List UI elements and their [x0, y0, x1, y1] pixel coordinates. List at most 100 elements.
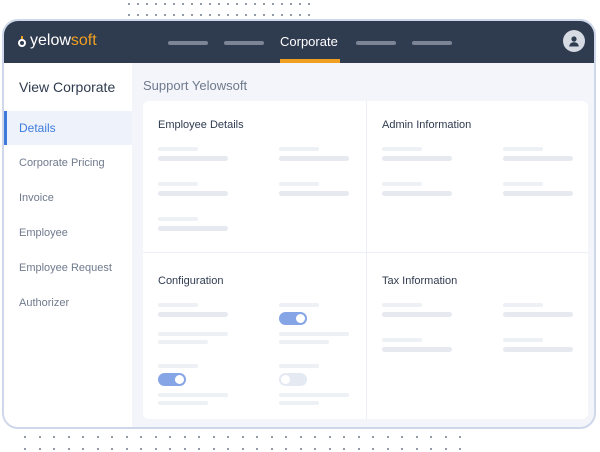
- decorative-dot: [128, 3, 130, 5]
- nav-item-placeholder-2[interactable]: [224, 41, 264, 45]
- decorative-dot: [82, 448, 84, 450]
- logo-icon: [18, 36, 26, 47]
- decorative-dot: [415, 436, 418, 438]
- decorative-dot: [38, 436, 41, 438]
- page-title: Support Yelowsoft: [143, 78, 248, 93]
- decorative-dot: [308, 14, 310, 16]
- decorative-dot: [155, 3, 157, 5]
- decorative-dot: [198, 448, 200, 450]
- user-icon: [569, 36, 579, 47]
- field-value-placeholder: [503, 191, 573, 196]
- decorative-dot: [285, 448, 287, 450]
- decorative-dot: [236, 14, 238, 16]
- decorative-dot: [38, 448, 41, 450]
- field-label-placeholder: [279, 303, 319, 307]
- field-value-placeholder: [382, 312, 452, 317]
- decorative-dot: [125, 436, 128, 438]
- field-label-placeholder: [279, 364, 319, 368]
- decorative-dot: [200, 3, 202, 5]
- decorative-dot: [401, 448, 403, 450]
- decorative-dot: [415, 448, 418, 450]
- field-label-placeholder: [503, 338, 543, 342]
- decorative-dot: [299, 448, 302, 450]
- section-title-configuration: Configuration: [158, 275, 224, 287]
- user-avatar[interactable]: [563, 30, 585, 52]
- sidebar-item-employee-request[interactable]: Employee Request: [4, 251, 132, 285]
- field-label-placeholder: [279, 340, 329, 344]
- decorative-dot: [183, 448, 186, 450]
- toggle-switch[interactable]: [279, 373, 307, 386]
- decorative-dot: [328, 448, 331, 450]
- decorative-dot: [67, 436, 70, 438]
- decorative-dot: [111, 448, 113, 450]
- nav-item-placeholder-1[interactable]: [168, 41, 208, 45]
- divider-horizontal: [143, 252, 588, 253]
- field-label-placeholder: [279, 401, 319, 405]
- field-label-placeholder: [158, 182, 198, 186]
- decorative-dot: [218, 14, 220, 16]
- field-value-placeholder: [158, 312, 228, 317]
- decorative-dot: [459, 436, 461, 438]
- decorative-dot: [154, 436, 157, 438]
- logo-text: yelowsoft: [30, 32, 97, 49]
- decorative-dot: [125, 448, 128, 450]
- sidebar: View Corporate Details Corporate Pricing…: [4, 63, 132, 427]
- nav-active-underline: [280, 59, 340, 63]
- decorative-dot: [53, 436, 55, 438]
- field-value-placeholder: [503, 312, 573, 317]
- field-label-placeholder: [382, 338, 422, 342]
- sidebar-item-employee[interactable]: Employee: [4, 216, 132, 250]
- decorative-dot: [299, 3, 301, 5]
- decorative-dot: [372, 448, 374, 450]
- toggle-knob: [175, 375, 184, 384]
- decorative-dot: [245, 3, 247, 5]
- decorative-dot: [146, 14, 148, 16]
- decorative-dot: [227, 448, 229, 450]
- decorative-dot: [128, 14, 130, 16]
- sidebar-item-details[interactable]: Details: [4, 111, 132, 145]
- field-label-placeholder: [279, 147, 319, 151]
- sidebar-item-invoice[interactable]: Invoice: [4, 181, 132, 215]
- sidebar-title: View Corporate: [19, 79, 116, 95]
- decorative-dot: [183, 436, 186, 438]
- decorative-dot: [146, 3, 148, 5]
- decorative-dot: [357, 436, 360, 438]
- toggle-switch[interactable]: [279, 312, 307, 325]
- field-value-placeholder: [158, 226, 228, 231]
- decorative-dot: [24, 448, 26, 450]
- top-bar: yelowsoft Corporate: [4, 21, 594, 63]
- sidebar-item-authorizer[interactable]: Authorizer: [4, 286, 132, 320]
- decorative-dot: [386, 448, 389, 450]
- decorative-dot: [227, 3, 229, 5]
- decorative-dot: [67, 448, 70, 450]
- decorative-dots-bottom: [24, 436, 474, 450]
- decorative-dot: [209, 3, 211, 5]
- section-title-employee-details: Employee Details: [158, 119, 244, 131]
- toggle-switch[interactable]: [158, 373, 186, 386]
- decorative-dot: [444, 448, 447, 450]
- decorative-dot: [169, 436, 171, 438]
- field-value-placeholder: [279, 156, 349, 161]
- decorative-dot: [272, 3, 274, 5]
- field-label-placeholder: [503, 182, 543, 186]
- section-title-tax-information: Tax Information: [382, 275, 458, 287]
- field-label-placeholder: [158, 147, 198, 151]
- nav-item-placeholder-4[interactable]: [412, 41, 452, 45]
- field-value-placeholder: [382, 347, 452, 352]
- decorative-dot: [272, 14, 274, 16]
- nav-tab-corporate[interactable]: Corporate: [280, 34, 338, 49]
- decorative-dot: [155, 14, 157, 16]
- decorative-dot: [96, 448, 99, 450]
- nav-item-placeholder-3[interactable]: [356, 41, 396, 45]
- sidebar-item-corporate-pricing[interactable]: Corporate Pricing: [4, 146, 132, 180]
- decorative-dot: [137, 14, 139, 16]
- field-label-placeholder: [158, 303, 198, 307]
- field-label-placeholder: [279, 182, 319, 186]
- decorative-dot: [308, 3, 310, 5]
- logo[interactable]: yelowsoft: [18, 32, 97, 50]
- decorative-dot: [241, 436, 244, 438]
- field-value-placeholder: [382, 191, 452, 196]
- decorative-dot: [281, 14, 283, 16]
- decorative-dot: [270, 436, 273, 438]
- decorative-dot: [96, 436, 99, 438]
